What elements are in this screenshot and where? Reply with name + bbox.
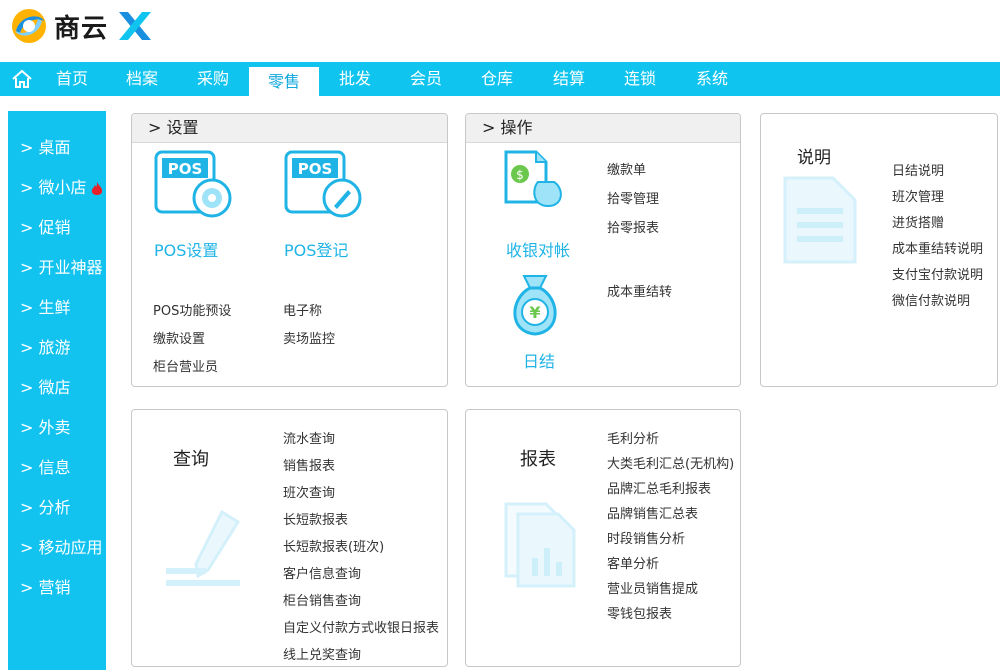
reports-link[interactable]: 大类毛利汇总(无机构) (607, 453, 734, 472)
cash-reconcile-label[interactable]: 收银对帐 (506, 237, 570, 261)
sidebar-item-label: > 促销 (20, 218, 71, 237)
fire-icon (91, 181, 102, 195)
query-link[interactable]: 线上兑奖查询 (283, 644, 361, 663)
nav-item[interactable]: 会员 (391, 62, 461, 96)
operations-link[interactable]: 缴款单 (607, 159, 646, 178)
notes-panel-title: 说明 (797, 148, 831, 168)
svg-text:¥: ¥ (529, 303, 540, 322)
sidebar-item-label: > 分析 (20, 498, 71, 517)
nav-item[interactable]: 仓库 (462, 62, 532, 96)
sidebar-item-label: > 生鲜 (20, 298, 71, 317)
sidebar-item-label: > 微小店 (20, 178, 87, 197)
pen-icon (166, 509, 241, 586)
sidebar: > 桌面 > 微小店 > 促销 > 开业神器 > 生鲜 > 旅游 > 微店 > 外卖 > 信息 >… (8, 111, 106, 670)
reports-link[interactable]: 营业员销售提成 (607, 578, 698, 597)
query-link[interactable]: 柜台销售查询 (283, 590, 361, 609)
sidebar-item-label: > 旅游 (20, 338, 71, 357)
cash-reconcile-icon[interactable]: $ (502, 148, 566, 214)
pos-settings-icon[interactable]: POS (154, 150, 236, 226)
query-panel: 查询 流水查询 销售报表 班次查询 长短款报表 长短款报表(班次) 客户信息查询… (131, 409, 448, 667)
sidebar-item-label: > 桌面 (20, 138, 71, 157)
nav-item[interactable]: 采购 (178, 62, 248, 96)
query-link[interactable]: 长短款报表(班次) (283, 536, 384, 555)
sidebar-item[interactable]: > 生鲜 (20, 294, 71, 318)
document-icon (783, 176, 857, 264)
sidebar-item[interactable]: > 开业神器 (20, 254, 103, 278)
sidebar-item[interactable]: > 促销 (20, 214, 71, 238)
settings-panel-title: > 设置 (132, 114, 447, 143)
query-link[interactable]: 客户信息查询 (283, 563, 361, 582)
reports-panel-title: 报表 (520, 449, 556, 470)
top-navigation: 首页 档案 采购 零售 批发 会员 仓库 结算 连锁 系统 (0, 62, 1000, 96)
sidebar-item[interactable]: > 桌面 (20, 134, 71, 158)
notes-link[interactable]: 成本重结转说明 (892, 238, 983, 257)
sidebar-item[interactable]: > 外卖 (20, 414, 71, 438)
nav-item[interactable]: 首页 (37, 62, 107, 96)
sidebar-item[interactable]: > 微小店 (20, 174, 104, 198)
pos-icon-text: POS (298, 160, 333, 178)
notes-link[interactable]: 支付宝付款说明 (892, 264, 983, 283)
notes-link[interactable]: 微信付款说明 (892, 290, 970, 309)
reports-link[interactable]: 时段销售分析 (607, 528, 685, 547)
nav-item[interactable]: 系统 (677, 62, 747, 96)
sidebar-item[interactable]: > 移动应用 (20, 534, 103, 558)
notes-link[interactable]: 进货搭赠 (892, 212, 944, 231)
nav-item[interactable]: 档案 (107, 62, 177, 96)
logo-text: 商云 (54, 13, 109, 44)
daily-close-label[interactable]: 日结 (523, 348, 555, 372)
query-link[interactable]: 班次查询 (283, 482, 335, 501)
pos-register-icon[interactable]: POS (284, 150, 366, 226)
sidebar-item-label: > 信息 (20, 458, 71, 477)
reports-link[interactable]: 品牌销售汇总表 (607, 503, 698, 522)
operations-link[interactable]: 成本重结转 (607, 281, 672, 300)
nav-item[interactable]: 结算 (534, 62, 604, 96)
notes-panel: 说明 日结说明 班次管理 进货搭赠 成本重结转说明 支付宝付款说明 微信付款说明 (760, 113, 998, 387)
settings-link[interactable]: 电子称 (283, 300, 322, 319)
settings-link[interactable]: 缴款设置 (153, 328, 205, 347)
report-document-icon (504, 502, 576, 588)
notes-link[interactable]: 班次管理 (892, 186, 944, 205)
svg-text:$: $ (516, 168, 524, 182)
reports-link[interactable]: 客单分析 (607, 553, 659, 572)
query-link[interactable]: 流水查询 (283, 428, 335, 447)
daily-close-icon[interactable]: ¥ (506, 272, 564, 342)
sidebar-item[interactable]: > 微店 (20, 374, 71, 398)
operations-panel: > 操作 $ 收银对帐 ¥ 日结 缴款单 拾零管理 拾零报表 成本重结转 (465, 113, 741, 387)
sidebar-item-label: > 外卖 (20, 418, 71, 437)
reports-link[interactable]: 零钱包报表 (607, 603, 672, 622)
sidebar-item[interactable]: > 分析 (20, 494, 71, 518)
nav-item[interactable]: 批发 (320, 62, 390, 96)
logo: 商云 (10, 6, 154, 46)
query-link[interactable]: 销售报表 (283, 455, 335, 474)
settings-link[interactable]: POS功能预设 (153, 300, 231, 319)
sidebar-item[interactable]: > 营销 (20, 574, 71, 598)
settings-panel: > 设置 POS POS设置 POS POS登记 POS功能预设 缴款设置 柜台… (131, 113, 448, 387)
reports-link[interactable]: 毛利分析 (607, 428, 659, 447)
sidebar-item-label: > 开业神器 (20, 258, 103, 277)
operations-panel-title: > 操作 (466, 114, 740, 143)
notes-link[interactable]: 日结说明 (892, 160, 944, 179)
sidebar-item[interactable]: > 旅游 (20, 334, 71, 358)
pos-settings-label[interactable]: POS设置 (154, 237, 218, 261)
reports-panel: 报表 毛利分析 大类毛利汇总(无机构) 品牌汇总毛利报表 品牌销售汇总表 时段销… (465, 409, 741, 667)
settings-link[interactable]: 卖场监控 (283, 328, 335, 347)
pos-icon-text: POS (168, 160, 203, 178)
logo-x-icon (119, 12, 152, 40)
query-link[interactable]: 自定义付款方式收银日报表 (283, 617, 439, 636)
pos-register-label[interactable]: POS登记 (284, 237, 348, 261)
sidebar-item-label: > 营销 (20, 578, 71, 597)
nav-item[interactable]: 零售 (249, 67, 319, 96)
sidebar-item[interactable]: > 信息 (20, 454, 71, 478)
operations-link[interactable]: 拾零管理 (607, 188, 659, 207)
query-panel-title: 查询 (173, 449, 209, 470)
sidebar-item-label: > 微店 (20, 378, 71, 397)
query-link[interactable]: 长短款报表 (283, 509, 348, 528)
operations-link[interactable]: 拾零报表 (607, 217, 659, 236)
home-icon[interactable] (10, 68, 34, 90)
sidebar-item-label: > 移动应用 (20, 538, 103, 557)
nav-item[interactable]: 连锁 (605, 62, 675, 96)
settings-link[interactable]: 柜台营业员 (153, 356, 218, 375)
reports-link[interactable]: 品牌汇总毛利报表 (607, 478, 711, 497)
logo-swirl-icon (12, 9, 46, 43)
